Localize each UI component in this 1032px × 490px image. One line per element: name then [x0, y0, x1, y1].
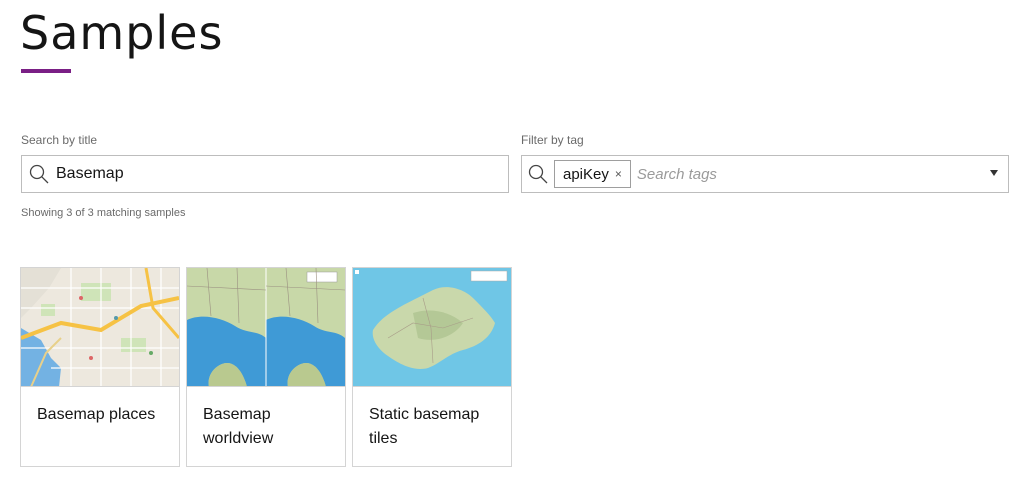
sample-card[interactable]: Static basemap tiles [352, 267, 512, 467]
search-input[interactable] [56, 165, 496, 183]
tag-filter-field[interactable]: apiKey × [521, 155, 1009, 193]
search-label: Search by title [21, 133, 98, 147]
remove-tag-button[interactable]: × [615, 167, 622, 181]
card-title: Basemap places [37, 406, 156, 423]
card-title: Static basemap tiles [369, 406, 480, 447]
city-street-map-thumbnail [21, 268, 179, 387]
tag-filter-label: Filter by tag [521, 133, 584, 147]
search-icon [522, 164, 554, 184]
search-icon [22, 164, 56, 184]
sample-card[interactable]: Basemap worldview [186, 267, 346, 467]
search-field[interactable] [21, 155, 509, 193]
chevron-down-icon[interactable] [990, 170, 998, 176]
title-underline [21, 69, 71, 73]
tag-search-input[interactable] [636, 165, 957, 183]
island-map-thumbnail [353, 268, 511, 387]
gulf-region-split-map-thumbnail [187, 268, 345, 387]
page-title: Samples [20, 6, 224, 60]
tag-chip-label: apiKey [563, 165, 609, 183]
sample-card[interactable]: Basemap places [20, 267, 180, 467]
card-title: Basemap worldview [203, 406, 274, 447]
tag-chip: apiKey × [554, 160, 631, 188]
results-count: Showing 3 of 3 matching samples [21, 207, 186, 219]
